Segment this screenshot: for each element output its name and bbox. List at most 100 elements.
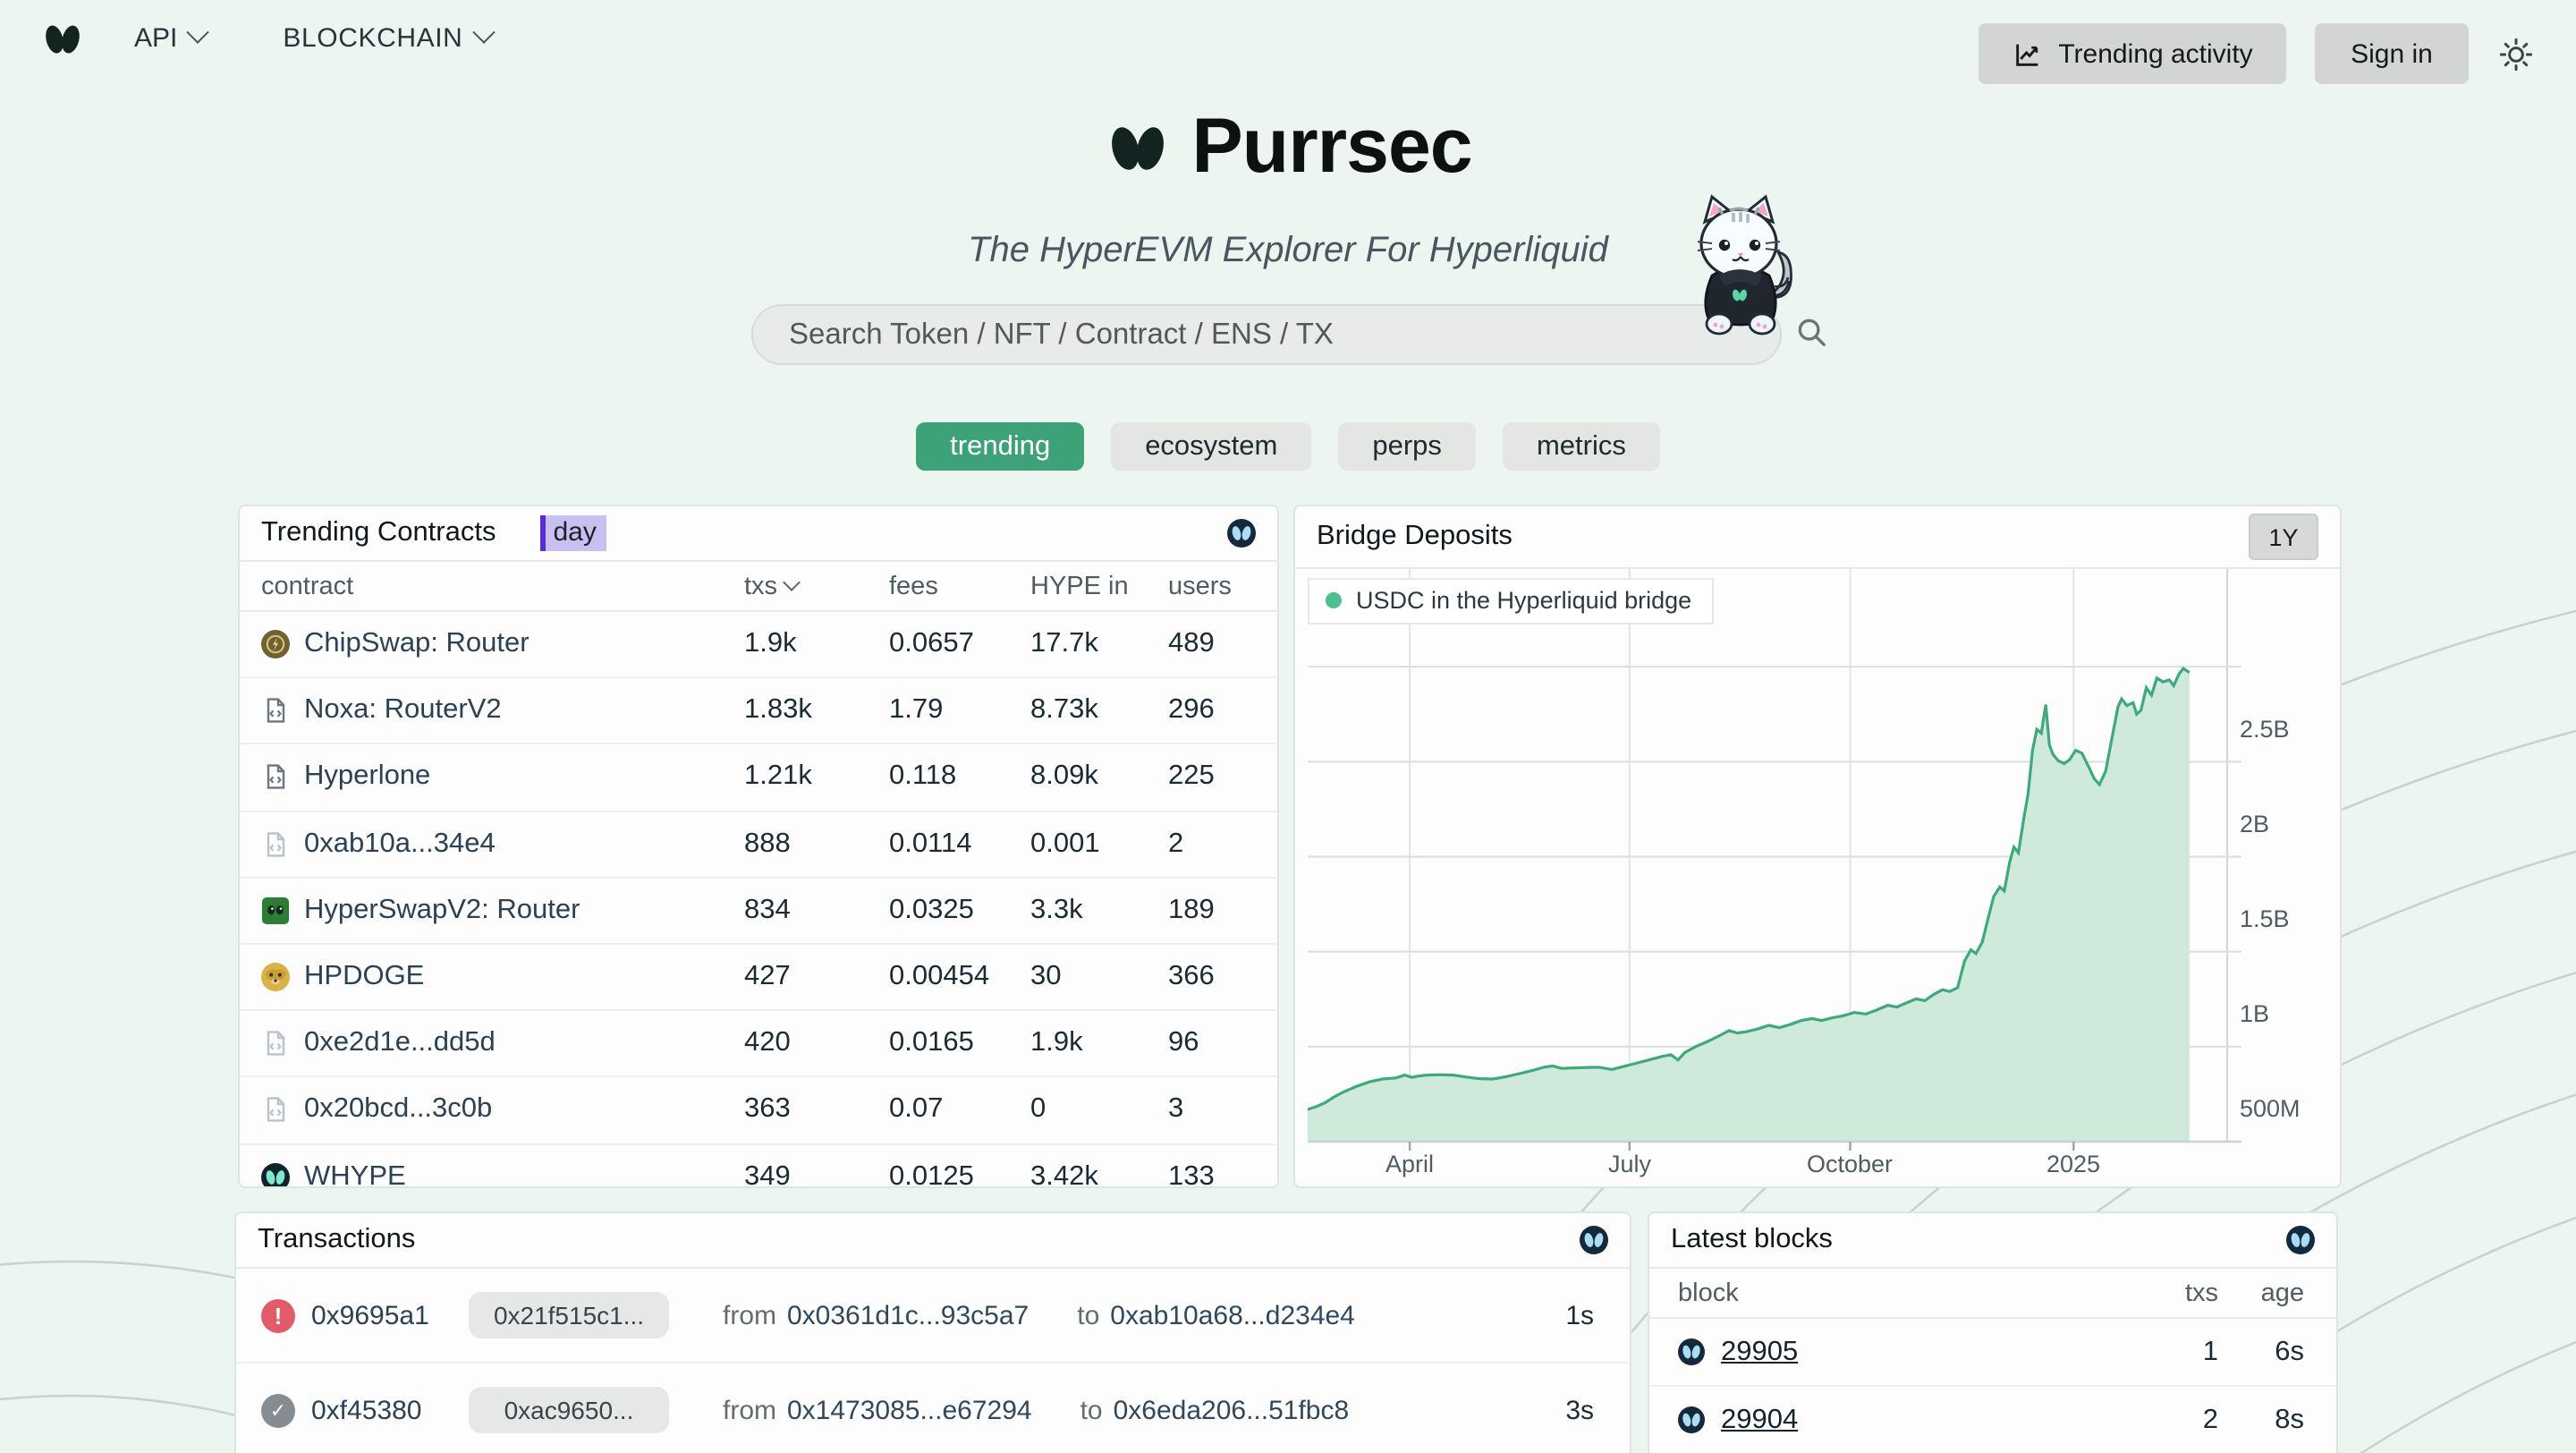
fees-value: 0.00454 (889, 961, 1030, 993)
trending-contracts-panel: Trending Contracts day contract txs fees… (238, 505, 1279, 1188)
col-txs: txs (2157, 1279, 2218, 1307)
sign-in-button[interactable]: Sign in (2315, 23, 2469, 84)
x-tick: July (1608, 1151, 1651, 1177)
day-period-selector[interactable]: day (541, 515, 607, 551)
tx-from-link[interactable]: 0x1473085...e67294 (787, 1395, 1032, 1425)
txs-value: 363 (744, 1094, 889, 1126)
x-tick: 2025 (2046, 1151, 2100, 1177)
trending-activity-button[interactable]: Trending activity (1979, 23, 2286, 84)
txs-value: 349 (744, 1161, 889, 1188)
tx-age: 1s (1565, 1300, 1594, 1330)
users-value: 3 (1168, 1094, 1256, 1126)
tx-from-group: from 0x1473085...e67294 (723, 1395, 1032, 1425)
doc-light-icon (261, 829, 290, 858)
contract-row: ChipSwap: Router1.9k0.065717.7k489 (240, 612, 1277, 678)
tx-hash-link[interactable]: 0xf45380 (311, 1395, 447, 1425)
col-txs-sort[interactable]: txs (744, 572, 889, 600)
hype-in-value: 3.3k (1030, 895, 1168, 927)
bridge-deposits-title: Bridge Deposits (1317, 521, 1513, 553)
transactions-body: !0x9695a10x21f515c1...from0x0361d1c...93… (236, 1269, 1630, 1453)
contract-name-link[interactable]: HPDOGE (304, 961, 424, 993)
contract-cell: Hyperlone (261, 761, 744, 794)
view-tabs: trending ecosystem perps metrics (0, 422, 2576, 471)
tx-age: 3s (1565, 1395, 1594, 1425)
contract-row: WHYPE3490.01253.42k133 (240, 1144, 1277, 1188)
contract-cell: HyperSwapV2: Router (261, 895, 744, 927)
contract-row: HPDOGE4270.0045430366 (240, 945, 1277, 1011)
chevron-down-icon (472, 21, 495, 43)
sign-in-label: Sign in (2351, 38, 2433, 69)
tx-to-group: to0x6eda206...51fbc8 (1080, 1395, 1350, 1425)
tx-to-group: to0xab10a68...d234e4 (1077, 1300, 1355, 1330)
block-link[interactable]: 29905 (1721, 1336, 1798, 1368)
contract-name-link[interactable]: 0xe2d1e...dd5d (304, 1027, 496, 1059)
purrsec-badge-icon (1227, 519, 1256, 548)
contract-cell: Noxa: RouterV2 (261, 695, 744, 727)
tab-metrics[interactable]: metrics (1503, 422, 1660, 471)
blockchain-menu[interactable]: BLOCKCHAIN (283, 22, 491, 53)
api-menu[interactable]: API (134, 22, 206, 53)
doc-light-icon (261, 1029, 290, 1058)
contract-name-link[interactable]: Noxa: RouterV2 (304, 695, 502, 727)
tab-perps[interactable]: perps (1338, 422, 1476, 471)
doc-icon (261, 763, 290, 792)
contract-name-link[interactable]: WHYPE (304, 1161, 406, 1188)
contract-cell: 0xab10a...34e4 (261, 828, 744, 860)
hyperswap-icon (261, 896, 290, 925)
tx-from-link[interactable]: 0x0361d1c...93c5a7 (787, 1300, 1029, 1330)
hype-in-value: 0.001 (1030, 828, 1168, 860)
contract-name-link[interactable]: HyperSwapV2: Router (304, 895, 580, 927)
bridge-chart: USDC in the Hyperliquid bridge 2.5B 2B 1… (1295, 569, 2340, 1186)
txs-value: 420 (744, 1027, 889, 1059)
page-title: Purrsec (1191, 104, 1471, 191)
hype-in-value: 1.9k (1030, 1027, 1168, 1059)
contract-row: 0x20bcd...3c0b3630.0703 (240, 1078, 1277, 1144)
tx-from-label: from (723, 1395, 776, 1425)
tx-hash-link[interactable]: 0x9695a1 (311, 1300, 447, 1330)
fees-value: 0.0325 (889, 895, 1030, 927)
contract-row: Noxa: RouterV21.83k1.798.73k296 (240, 678, 1277, 744)
contract-name-link[interactable]: Hyperlone (304, 761, 430, 794)
contract-name-link[interactable]: 0xab10a...34e4 (304, 828, 496, 860)
trending-activity-label: Trending activity (2058, 38, 2252, 69)
y-tick: 500M (2240, 1095, 2301, 1122)
block-txs: 2 (2157, 1404, 2218, 1436)
txs-value: 1.83k (744, 695, 889, 727)
range-1y-button[interactable]: 1Y (2249, 514, 2318, 560)
search-input[interactable] (751, 304, 1782, 365)
block-link[interactable]: 29904 (1721, 1404, 1798, 1436)
hype-in-value: 3.42k (1030, 1161, 1168, 1188)
tx-method-chip: 0xac9650... (469, 1387, 669, 1433)
trending-contracts-title: Trending Contracts (261, 517, 496, 549)
purrsec-logo-icon[interactable] (41, 21, 84, 57)
contract-cell: HPDOGE (261, 961, 744, 993)
sun-icon (2497, 35, 2535, 72)
contract-cell: WHYPE (261, 1161, 744, 1188)
purrsec-title-logo-icon (1104, 121, 1172, 174)
tab-ecosystem[interactable]: ecosystem (1111, 422, 1311, 471)
users-value: 366 (1168, 961, 1256, 993)
contract-row: 0xe2d1e...dd5d4200.01651.9k96 (240, 1011, 1277, 1077)
trending-contracts-body: ChipSwap: Router1.9k0.065717.7k489 Noxa: … (240, 612, 1277, 1188)
contract-name-link[interactable]: 0x20bcd...3c0b (304, 1094, 492, 1126)
fees-value: 0.0114 (889, 828, 1030, 860)
y-tick: 2B (2240, 811, 2269, 837)
txs-value: 1.21k (744, 761, 889, 794)
contract-name-link[interactable]: ChipSwap: Router (304, 628, 530, 660)
latest-blocks-header-row: block txs age (1649, 1269, 2336, 1319)
tx-to-link[interactable]: 0x6eda206...51fbc8 (1114, 1395, 1350, 1425)
tab-trending[interactable]: trending (916, 422, 1084, 471)
contract-cell: ChipSwap: Router (261, 628, 744, 660)
latest-blocks-title: Latest blocks (1671, 1224, 1833, 1256)
col-age: age (2218, 1279, 2304, 1307)
users-value: 296 (1168, 695, 1256, 727)
txs-value: 888 (744, 828, 889, 860)
chevron-down-icon (782, 574, 800, 591)
col-block: block (1678, 1279, 1739, 1307)
theme-toggle[interactable] (2497, 34, 2537, 73)
doc-icon (261, 697, 290, 726)
block-age: 8s (2218, 1404, 2304, 1436)
x-tick: October (1807, 1151, 1893, 1177)
chart-line-icon (2012, 38, 2042, 69)
tx-to-link[interactable]: 0xab10a68...d234e4 (1110, 1300, 1355, 1330)
